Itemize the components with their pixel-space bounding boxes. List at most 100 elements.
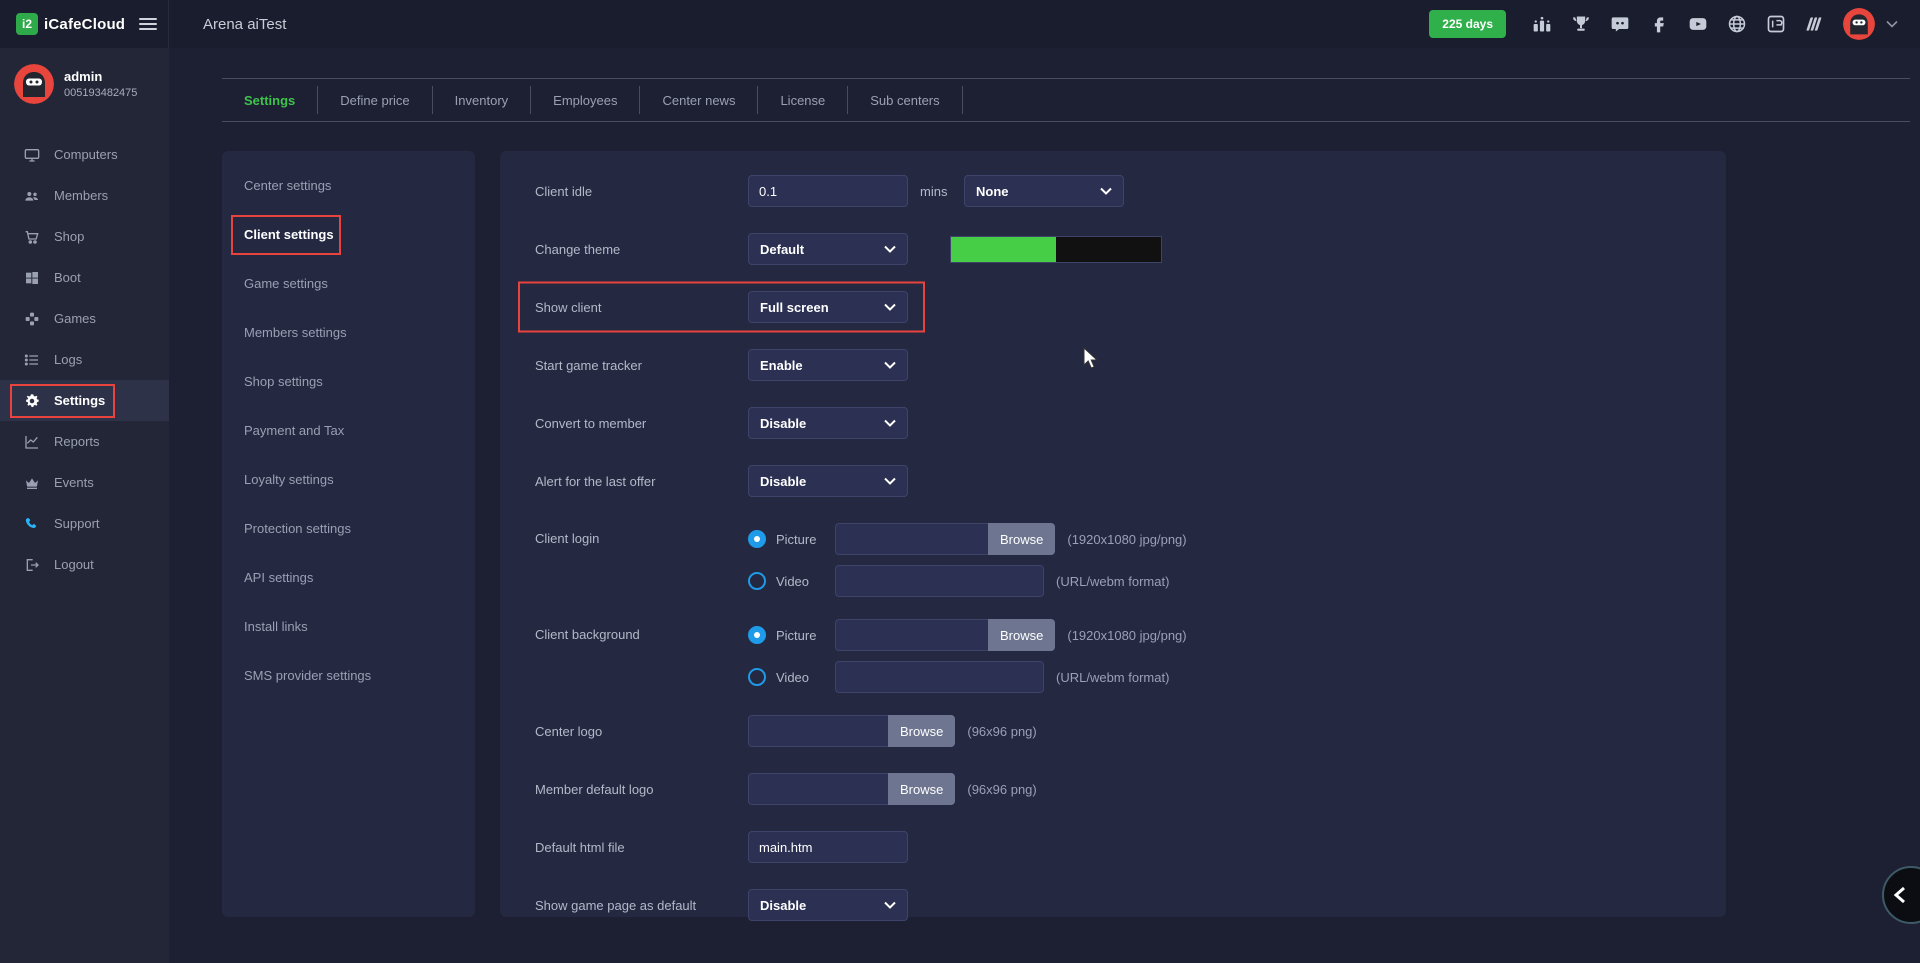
icafe-pages-icon[interactable]	[1765, 13, 1787, 35]
tab-settings[interactable]: Settings	[222, 86, 318, 114]
client-login-picture-file-input[interactable]	[835, 523, 988, 555]
tab-employees[interactable]: Employees	[531, 86, 640, 114]
tab-sub-centers[interactable]: Sub centers	[848, 86, 962, 114]
sidebar-item-label: Computers	[54, 147, 118, 162]
client-login-video-row: Video (URL/webm format)	[748, 565, 1187, 597]
client-login-video-input[interactable]	[835, 565, 1044, 597]
show-client-select[interactable]: Full screen	[748, 291, 908, 323]
settings-nav-members-settings[interactable]: Members settings	[222, 308, 475, 357]
trophy-icon[interactable]	[1570, 13, 1592, 35]
app-logo-text: iCafeCloud	[44, 16, 125, 33]
row-client-login: Client login Picture Browse (1920x1080 j…	[535, 523, 1726, 597]
convert-to-member-select[interactable]: Disable	[748, 407, 908, 439]
member-default-logo-browse-button[interactable]: Browse	[888, 773, 955, 805]
dpad-icon	[24, 311, 40, 327]
sidebar-item-label: Members	[54, 188, 108, 203]
youtube-icon[interactable]	[1687, 13, 1709, 35]
sidebar-item-computers[interactable]: Computers	[0, 134, 169, 175]
user-avatar[interactable]	[1843, 8, 1875, 40]
sidebar-item-members[interactable]: Members	[0, 175, 169, 216]
select-value: None	[976, 184, 1009, 199]
field-label: Member default logo	[535, 782, 748, 797]
profile-block[interactable]: admin 005193482475	[0, 48, 169, 104]
client-login-video-radio[interactable]	[748, 572, 766, 590]
alert-last-offer-select[interactable]: Disable	[748, 465, 908, 497]
client-idle-unit: mins	[920, 184, 950, 199]
sidebar-item-logs[interactable]: Logs	[0, 339, 169, 380]
sidebar-item-events[interactable]: Events	[0, 462, 169, 503]
theme-preview-green	[951, 237, 1056, 262]
settings-nav-client-settings[interactable]: Client settings	[222, 210, 475, 259]
sidebar-item-label: Reports	[54, 434, 100, 449]
field-label: Client login	[535, 523, 748, 555]
row-alert-last-offer: Alert for the last offer Disable	[535, 465, 1726, 497]
sidebar-item-boot[interactable]: Boot	[0, 257, 169, 298]
client-background-picture-row: Picture Browse (1920x1080 jpg/png)	[748, 619, 1187, 651]
sidebar-item-label: Events	[54, 475, 94, 490]
select-value: Disable	[760, 416, 806, 431]
select-value: Disable	[760, 474, 806, 489]
client-idle-action-select[interactable]: None	[964, 175, 1124, 207]
tab-license[interactable]: License	[758, 86, 848, 114]
client-background-video-radio[interactable]	[748, 668, 766, 686]
client-background-video-input[interactable]	[835, 661, 1044, 693]
settings-nav-payment-and-tax[interactable]: Payment and Tax	[222, 406, 475, 455]
client-background-picture-browse-button[interactable]: Browse	[988, 619, 1055, 651]
show-game-page-select[interactable]: Disable	[748, 889, 908, 921]
client-background-picture-radio[interactable]	[748, 626, 766, 644]
sidebar-nav: Computers Members Shop Boot Games Logs S…	[0, 134, 169, 585]
ranking-icon[interactable]	[1531, 13, 1553, 35]
topbar-left: i2 iCafeCloud	[0, 0, 169, 48]
row-convert-to-member: Convert to member Disable	[535, 407, 1726, 439]
row-center-logo: Center logo Browse (96x96 png)	[535, 715, 1726, 747]
sidebar-item-settings[interactable]: Settings	[0, 380, 169, 421]
profile-chevron-icon[interactable]	[1886, 15, 1898, 33]
tab-bar: Settings Define price Inventory Employee…	[222, 78, 1910, 122]
discord-icon[interactable]	[1609, 13, 1631, 35]
center-logo-file-input[interactable]	[748, 715, 888, 747]
sidebar-item-games[interactable]: Games	[0, 298, 169, 339]
tab-center-news[interactable]: Center news	[640, 86, 758, 114]
app-logo[interactable]: i2 iCafeCloud	[16, 13, 125, 35]
client-login-picture-radio[interactable]	[748, 530, 766, 548]
sidebar-item-label: Games	[54, 311, 96, 326]
settings-nav-api-settings[interactable]: API settings	[222, 553, 475, 602]
field-label: Show game page as default	[535, 898, 748, 913]
sidebar-item-support[interactable]: Support	[0, 503, 169, 544]
tab-define-price[interactable]: Define price	[318, 86, 432, 114]
settings-nav-shop-settings[interactable]: Shop settings	[222, 357, 475, 406]
license-days-badge[interactable]: 225 days	[1429, 10, 1506, 38]
settings-nav-loyalty-settings[interactable]: Loyalty settings	[222, 455, 475, 504]
globe-icon[interactable]	[1726, 13, 1748, 35]
tab-inventory[interactable]: Inventory	[433, 86, 531, 114]
select-value: Full screen	[760, 300, 829, 315]
settings-nav-protection-settings[interactable]: Protection settings	[222, 504, 475, 553]
settings-nav-install-links[interactable]: Install links	[222, 602, 475, 651]
change-theme-select[interactable]: Default	[748, 233, 908, 265]
facebook-icon[interactable]	[1648, 13, 1670, 35]
sidebar-item-shop[interactable]: Shop	[0, 216, 169, 257]
client-idle-input[interactable]	[748, 175, 908, 207]
client-login-picture-browse-button[interactable]: Browse	[988, 523, 1055, 555]
field-label: Convert to member	[535, 416, 748, 431]
field-label: Default html file	[535, 840, 748, 855]
chart-icon	[24, 434, 40, 450]
row-default-html-file: Default html file	[535, 831, 1726, 863]
center-logo-browse-button[interactable]: Browse	[888, 715, 955, 747]
client-background-video-row: Video (URL/webm format)	[748, 661, 1187, 693]
settings-nav-game-settings[interactable]: Game settings	[222, 259, 475, 308]
profile-id: 005193482475	[64, 87, 137, 99]
sidebar-item-reports[interactable]: Reports	[0, 421, 169, 462]
settings-nav-sms-provider-settings[interactable]: SMS provider settings	[222, 651, 475, 700]
settings-nav-center-settings[interactable]: Center settings	[222, 161, 475, 210]
hamburger-menu-icon[interactable]	[139, 18, 157, 30]
field-label: Center logo	[535, 724, 748, 739]
sidebar-item-logout[interactable]: Logout	[0, 544, 169, 585]
start-game-tracker-select[interactable]: Enable	[748, 349, 908, 381]
profile-avatar	[14, 64, 54, 104]
cart-icon	[24, 229, 40, 245]
client-background-picture-file-input[interactable]	[835, 619, 988, 651]
member-default-logo-file-input[interactable]	[748, 773, 888, 805]
default-html-file-input[interactable]	[748, 831, 908, 863]
cascade-icon[interactable]	[1804, 13, 1826, 35]
